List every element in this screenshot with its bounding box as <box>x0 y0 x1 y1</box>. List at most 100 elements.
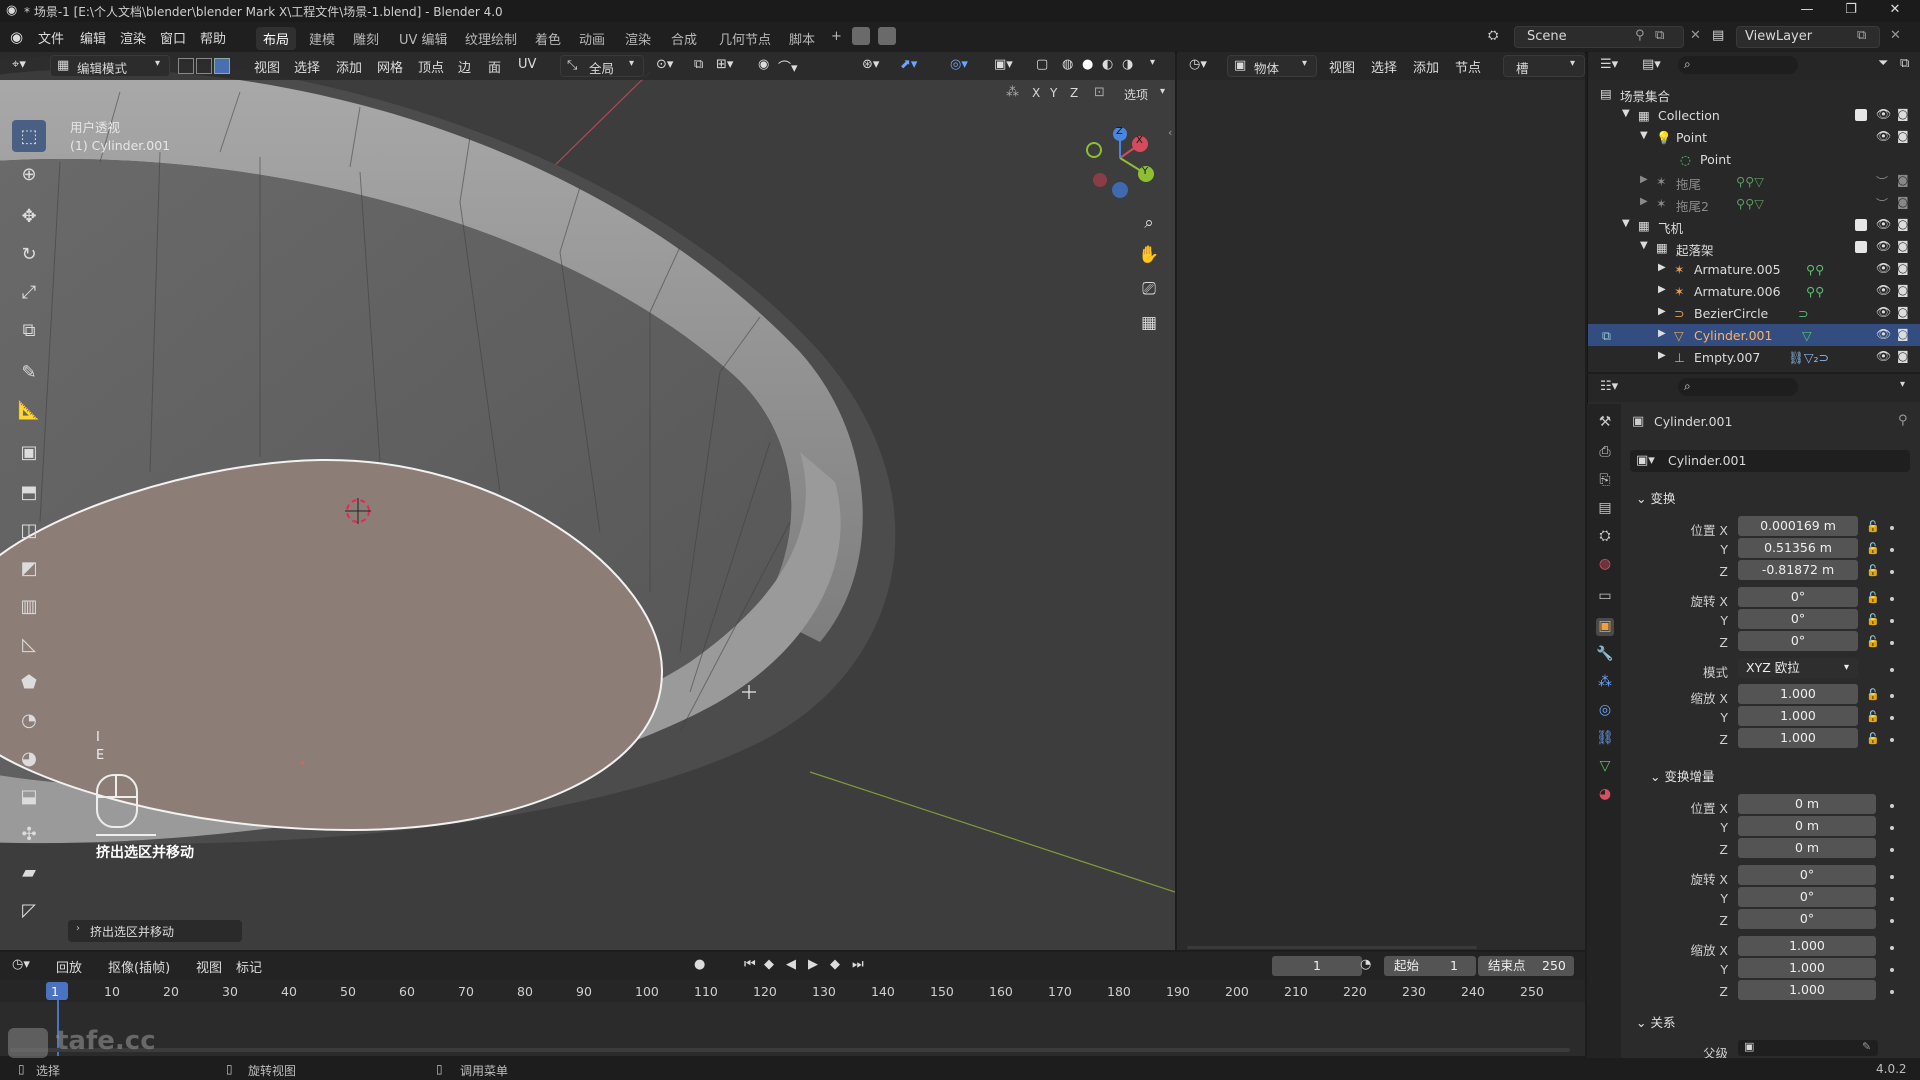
inset-tool-icon[interactable]: ◫ <box>12 514 46 546</box>
delta-scale-y-field[interactable]: 1.000 <box>1738 958 1876 978</box>
menu-keying[interactable]: 抠像(插帧) <box>108 957 170 976</box>
tool-tab-icon[interactable]: ⚒ <box>1596 414 1614 432</box>
shading-solid-icon[interactable]: ● <box>1082 57 1093 72</box>
shading-material-icon[interactable]: ◐ <box>1102 57 1113 72</box>
exclude-checkbox[interactable] <box>1855 219 1867 231</box>
delta-location-x-field[interactable]: 0 m <box>1738 794 1876 814</box>
keyframe-dot[interactable] <box>1890 826 1894 830</box>
mode-selector[interactable]: ▦ 编辑模式 ▾ <box>50 55 170 77</box>
workspace-tab-sculpting[interactable]: 雕刻 <box>346 27 386 50</box>
move-tool-icon[interactable]: ✥ <box>12 200 46 232</box>
keyframe-dot[interactable] <box>1890 548 1894 552</box>
new-view-layer-icon[interactable]: ⧉ <box>1857 28 1866 43</box>
view-layer-selector[interactable]: ViewLayer ⧉ <box>1736 26 1880 48</box>
scale-tool-icon[interactable]: ⤢ <box>12 276 46 308</box>
maximize-button[interactable]: ❐ <box>1836 2 1866 20</box>
location-x-field[interactable]: 0.000169 m <box>1738 516 1858 536</box>
object-mode-selector[interactable]: ▣ 物体 ▾ <box>1227 55 1317 77</box>
keyframe-dot[interactable] <box>1890 526 1894 530</box>
visibility-eye-icon[interactable]: 👁 <box>1876 261 1891 275</box>
new-scene-icon[interactable]: ⧉ <box>1655 28 1664 43</box>
shear-tool-icon[interactable]: ▰ <box>12 856 46 888</box>
delta-scale-x-field[interactable]: 1.000 <box>1738 936 1876 956</box>
measure-tool-icon[interactable]: 📐 <box>12 394 46 426</box>
delta-rotation-y-field[interactable]: 0° <box>1738 887 1876 907</box>
properties-search[interactable]: ⌕ <box>1678 378 1798 396</box>
modifier-tab-icon[interactable]: 🔧 <box>1596 646 1614 664</box>
menu-file[interactable]: 文件 <box>38 28 64 47</box>
overlay-toggle-icon[interactable]: ◎▾ <box>950 57 968 72</box>
menu-uv[interactable]: UV <box>518 57 536 72</box>
next-keyframe-icon[interactable]: ◆ <box>830 957 840 972</box>
outliner-item-trail2[interactable]: ▶ ✶ 拖尾2 ⚲⚲▽ ︶ ◙ <box>1588 192 1920 214</box>
constraints-tab-icon[interactable]: ⛓ <box>1596 730 1614 748</box>
scene-selector[interactable]: Scene ⚲ ⧉ <box>1514 26 1684 48</box>
outliner-item-cylinder001[interactable]: ⧉ ▶ ▽ Cylinder.001 ▽ 👁 ◙ <box>1588 324 1920 346</box>
keyframe-dot[interactable] <box>1890 848 1894 852</box>
display-mode-icon[interactable]: ▤▾ <box>1642 57 1661 72</box>
expand-icon[interactable]: ▶ <box>1658 306 1666 317</box>
menu-node[interactable]: 节点 <box>1455 57 1481 76</box>
record-icon[interactable]: ● <box>694 957 705 972</box>
lock-icon[interactable]: 🔓 <box>1866 613 1880 626</box>
menu-view[interactable]: 视图 <box>196 957 222 976</box>
exclude-checkbox[interactable] <box>1855 241 1867 253</box>
visibility-eye-icon[interactable]: 👁 <box>1876 327 1891 341</box>
physics-tab-icon[interactable]: ◎ <box>1596 702 1614 720</box>
lock-icon[interactable]: 🔓 <box>1866 520 1880 533</box>
location-y-field[interactable]: 0.51356 m <box>1738 538 1858 558</box>
remove-scene-icon[interactable]: ✕ <box>1690 28 1701 43</box>
shading-wireframe-icon[interactable]: ◍ <box>1062 57 1073 72</box>
poly-build-tool-icon[interactable]: ⬟ <box>12 666 46 698</box>
lock-icon[interactable]: 🔓 <box>1866 732 1880 745</box>
knife-tool-icon[interactable]: ◺ <box>12 628 46 660</box>
menu-select[interactable]: 选择 <box>1371 57 1397 76</box>
workspace-icon-a[interactable] <box>852 27 870 45</box>
chevron-down-icon[interactable]: ▾ <box>1900 379 1905 390</box>
keyframe-dot[interactable] <box>1890 968 1894 972</box>
outliner-item-collection[interactable]: ▼ ▦ Collection 👁 ◙ <box>1588 104 1920 126</box>
delta-transform-section-header[interactable]: ⌄ 变换增量 <box>1650 766 1714 785</box>
keyframe-dot[interactable] <box>1890 716 1894 720</box>
keyframe-dot[interactable] <box>1890 738 1894 742</box>
proportional-falloff-icon[interactable]: ⌒▾ <box>778 57 798 76</box>
workspace-tab-animation[interactable]: 动画 <box>572 27 612 50</box>
workspace-icon-b[interactable] <box>878 27 896 45</box>
outliner-item-beziercircle[interactable]: ▶ ⊃ BezierCircle ⊃ 👁 ◙ <box>1588 302 1920 324</box>
jump-end-icon[interactable]: ⏭ <box>852 957 864 972</box>
proportional-edit-icon[interactable]: ◉ <box>758 57 769 72</box>
expand-icon[interactable]: ▶ <box>1640 174 1648 185</box>
menu-view[interactable]: 视图 <box>1329 57 1355 76</box>
render-camera-icon[interactable]: ◙ <box>1897 305 1909 319</box>
keyframe-dot[interactable] <box>1890 570 1894 574</box>
select-box-tool-icon[interactable]: ⬚ <box>12 120 46 152</box>
rip-tool-icon[interactable]: ◸ <box>12 894 46 926</box>
scene-tab-icon[interactable]: ⛭ <box>1596 528 1614 546</box>
keyframe-dot[interactable] <box>1890 875 1894 879</box>
gizmo-toggle-icon[interactable]: ⬈▾ <box>900 57 917 72</box>
node-editor-area[interactable]: ◷▾ ▣ 物体 ▾ 视图 选择 添加 节点 槽 ▾ <box>1177 52 1585 950</box>
visibility-eye-icon[interactable]: 👁 <box>1876 349 1891 363</box>
add-cube-tool-icon[interactable]: ▣ <box>12 436 46 468</box>
visibility-eye-icon[interactable]: 👁 <box>1876 129 1891 143</box>
editor-type-icon[interactable]: ⌖▾ <box>12 57 26 72</box>
filter-icon[interactable]: ⏷ <box>1878 56 1888 71</box>
outliner-item-trail1[interactable]: ▶ ✶ 拖尾 ⚲⚲▽ ︶ ◙ <box>1588 170 1920 192</box>
expand-icon[interactable]: ▶ <box>1658 284 1666 295</box>
parent-field[interactable]: ▣ ✎ <box>1738 1040 1878 1056</box>
render-camera-icon[interactable]: ◙ <box>1897 261 1909 275</box>
pan-hand-icon[interactable]: ✋ <box>1134 240 1164 270</box>
expand-icon[interactable]: ▼ <box>1622 218 1630 229</box>
keyframe-dot[interactable] <box>1890 946 1894 950</box>
lock-icon[interactable]: 🔓 <box>1866 542 1880 555</box>
menu-marker[interactable]: 标记 <box>236 957 262 976</box>
lock-icon[interactable]: 🔓 <box>1866 591 1880 604</box>
bevel-tool-icon[interactable]: ◩ <box>12 552 46 584</box>
extrude-tool-icon[interactable]: ⬒ <box>12 476 46 508</box>
rotation-mode-dropdown[interactable]: XYZ 欧拉 ▾ <box>1738 658 1858 678</box>
snap-target-icon[interactable]: ⊞▾ <box>716 57 733 72</box>
editor-type-icon[interactable]: ◷▾ <box>1189 57 1207 72</box>
menu-add[interactable]: 添加 <box>1413 57 1439 76</box>
menu-mesh[interactable]: 网格 <box>377 57 403 76</box>
workspace-tab-compositing[interactable]: 合成 <box>664 27 704 50</box>
